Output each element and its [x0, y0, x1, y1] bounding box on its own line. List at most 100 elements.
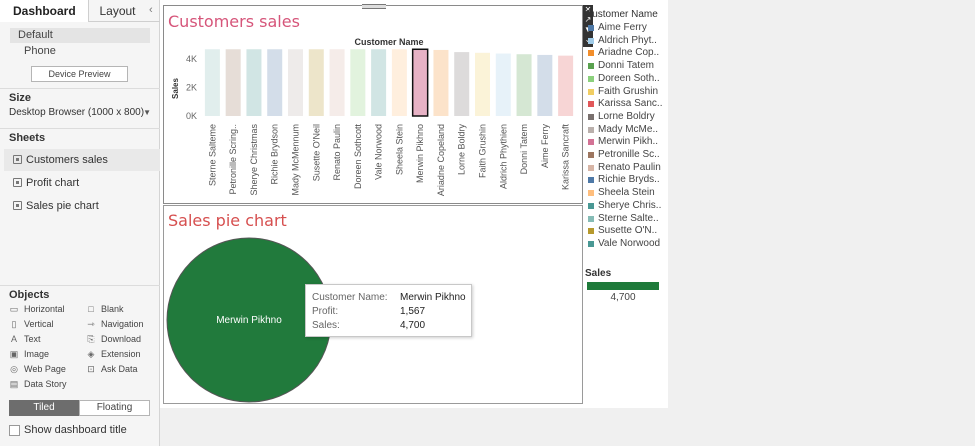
legend-label: Aldrich Phyt..	[598, 34, 657, 46]
object-text[interactable]: A Text	[9, 333, 41, 345]
image-icon: ▣	[9, 349, 19, 359]
legend-item[interactable]: Faith Grushin	[588, 86, 658, 98]
legend-swatch	[588, 139, 594, 146]
bar[interactable]	[411, 48, 429, 117]
tiled-toggle[interactable]: Tiled	[9, 400, 79, 416]
size-section-title: Size	[9, 92, 32, 104]
sheet-label: Sales pie chart	[26, 200, 99, 212]
device-phone[interactable]: Phone	[10, 44, 150, 59]
legend-label: Doreen Soth..	[598, 72, 660, 84]
floating-toggle[interactable]: Floating	[79, 400, 150, 416]
object-web-page[interactable]: ◎ Web Page	[9, 363, 66, 375]
customers-sales-zone[interactable]: Customers sales Customer Name Sales 0K 2K 4K…	[163, 4, 583, 204]
bar[interactable]	[454, 52, 470, 116]
bar[interactable]	[225, 49, 241, 117]
tab-dashboard[interactable]: Dashboard	[0, 0, 89, 22]
tooltip-value: 4,700	[400, 320, 426, 331]
sales-legend-title: Sales	[585, 268, 612, 279]
legend-label: Donni Tatem	[598, 60, 654, 72]
x-tick-label: Aldrich Phythien	[498, 124, 508, 189]
show-dashboard-title-checkbox[interactable]: Show dashboard title	[9, 424, 127, 437]
device-preview-button[interactable]: Device Preview	[31, 66, 128, 82]
object-label: Navigation	[101, 319, 144, 329]
bar[interactable]	[516, 54, 532, 116]
legend-item[interactable]: Aime Ferry	[588, 22, 647, 34]
tooltip-key: Profit:	[312, 306, 339, 317]
object-data-story[interactable]: ▤ Data Story	[9, 378, 67, 390]
legend-item[interactable]: Karissa Sanc..	[588, 98, 662, 110]
bar[interactable]	[267, 49, 283, 117]
horizontal-icon: ▭	[9, 304, 19, 314]
legend-item[interactable]: Donni Tatem	[588, 60, 654, 72]
chevron-down-icon: ▼	[143, 108, 151, 117]
bar[interactable]	[308, 49, 324, 117]
legend-item[interactable]: Richie Bryds..	[588, 174, 660, 186]
legend-swatch	[588, 75, 594, 82]
x-tick-label: Donni Tatem	[519, 124, 529, 174]
object-label: Extension	[101, 349, 141, 359]
object-image[interactable]: ▣ Image	[9, 348, 49, 360]
legend-swatch	[588, 63, 594, 70]
object-label: Data Story	[24, 379, 67, 389]
x-tick-label: Lorne Boldry	[457, 124, 467, 176]
sheet-label: Profit chart	[26, 177, 80, 189]
bar[interactable]	[204, 49, 220, 117]
x-tick-label: Mady McMennum	[291, 124, 301, 196]
device-default[interactable]: Default	[10, 28, 150, 43]
tooltip-key: Sales:	[312, 320, 340, 331]
object-ask-data[interactable]: ⊡ Ask Data	[86, 363, 137, 375]
tooltip-value: Merwin Pikhno	[400, 292, 466, 303]
bar[interactable]	[391, 49, 407, 117]
legend-item[interactable]: Doreen Soth..	[588, 73, 660, 85]
object-extension[interactable]: ◈ Extension	[86, 348, 141, 360]
object-horizontal[interactable]: ▭ Horizontal	[9, 303, 65, 315]
bar[interactable]	[371, 49, 387, 117]
sales-legend-bar	[587, 282, 659, 290]
legend-item[interactable]: Sherye Chris..	[588, 200, 661, 212]
bar[interactable]	[350, 49, 366, 117]
checkbox-icon[interactable]	[9, 425, 20, 436]
tab-layout[interactable]: Layout	[90, 0, 145, 22]
legend-label: Richie Bryds..	[598, 174, 660, 186]
sheet-label: Customers sales	[26, 154, 108, 166]
object-vertical[interactable]: ▯ Vertical	[9, 318, 54, 330]
legend-item[interactable]: Lorne Boldry	[588, 111, 655, 123]
legend-label: Sterne Salte..	[598, 212, 659, 224]
bar[interactable]	[246, 49, 262, 117]
bar[interactable]	[475, 52, 490, 116]
object-navigation[interactable]: ⇾ Navigation	[86, 318, 144, 330]
collapse-pane-icon[interactable]: ‹	[149, 4, 159, 18]
legend-label: Faith Grushin	[598, 85, 659, 97]
bar[interactable]	[288, 49, 303, 117]
legend-item[interactable]: Aldrich Phyt..	[588, 35, 657, 47]
legend-item[interactable]: Ariadne Cop..	[588, 47, 659, 59]
legend-item[interactable]: Vale Norwood	[588, 238, 660, 250]
bar-chart[interactable]: Customer Name Sales 0K 2K 4K Sterne Salteme Pe…	[164, 6, 582, 203]
bar[interactable]	[537, 54, 553, 116]
sheets-section-title: Sheets	[9, 132, 46, 144]
bar[interactable]	[495, 53, 511, 116]
object-label: Vertical	[24, 319, 54, 329]
legend-item[interactable]: Petronille Sc..	[588, 149, 660, 161]
legend-item[interactable]: Sterne Salte..	[588, 213, 659, 225]
object-label: Image	[24, 349, 50, 359]
legend-item[interactable]: Merwin Pikh..	[588, 136, 658, 148]
legend-item[interactable]: Mady McMe..	[588, 124, 658, 136]
legend-item[interactable]: Renato Paulin	[588, 162, 661, 174]
customer-legend-title: Customer Name	[585, 9, 658, 20]
size-dropdown[interactable]: Desktop Browser (1000 x 800) ▼	[9, 106, 151, 120]
sheet-customers-sales[interactable]: Customers sales	[4, 149, 160, 171]
bar[interactable]	[433, 49, 449, 116]
bar[interactable]	[558, 55, 574, 116]
download-icon: ⎘	[87, 334, 95, 344]
sheet-sales-pie-chart[interactable]: Sales pie chart	[4, 195, 160, 217]
divider	[0, 128, 160, 129]
object-label: Blank	[101, 304, 124, 314]
bar[interactable]	[329, 49, 345, 117]
sheet-profit-chart[interactable]: Profit chart	[4, 172, 160, 194]
object-blank[interactable]: □ Blank	[86, 303, 124, 315]
legend-item[interactable]: Sheela Stein	[588, 187, 655, 199]
legend-swatch	[588, 126, 594, 133]
object-download[interactable]: ⎘ Download	[86, 333, 141, 345]
legend-item[interactable]: Susette O'N..	[588, 225, 657, 237]
